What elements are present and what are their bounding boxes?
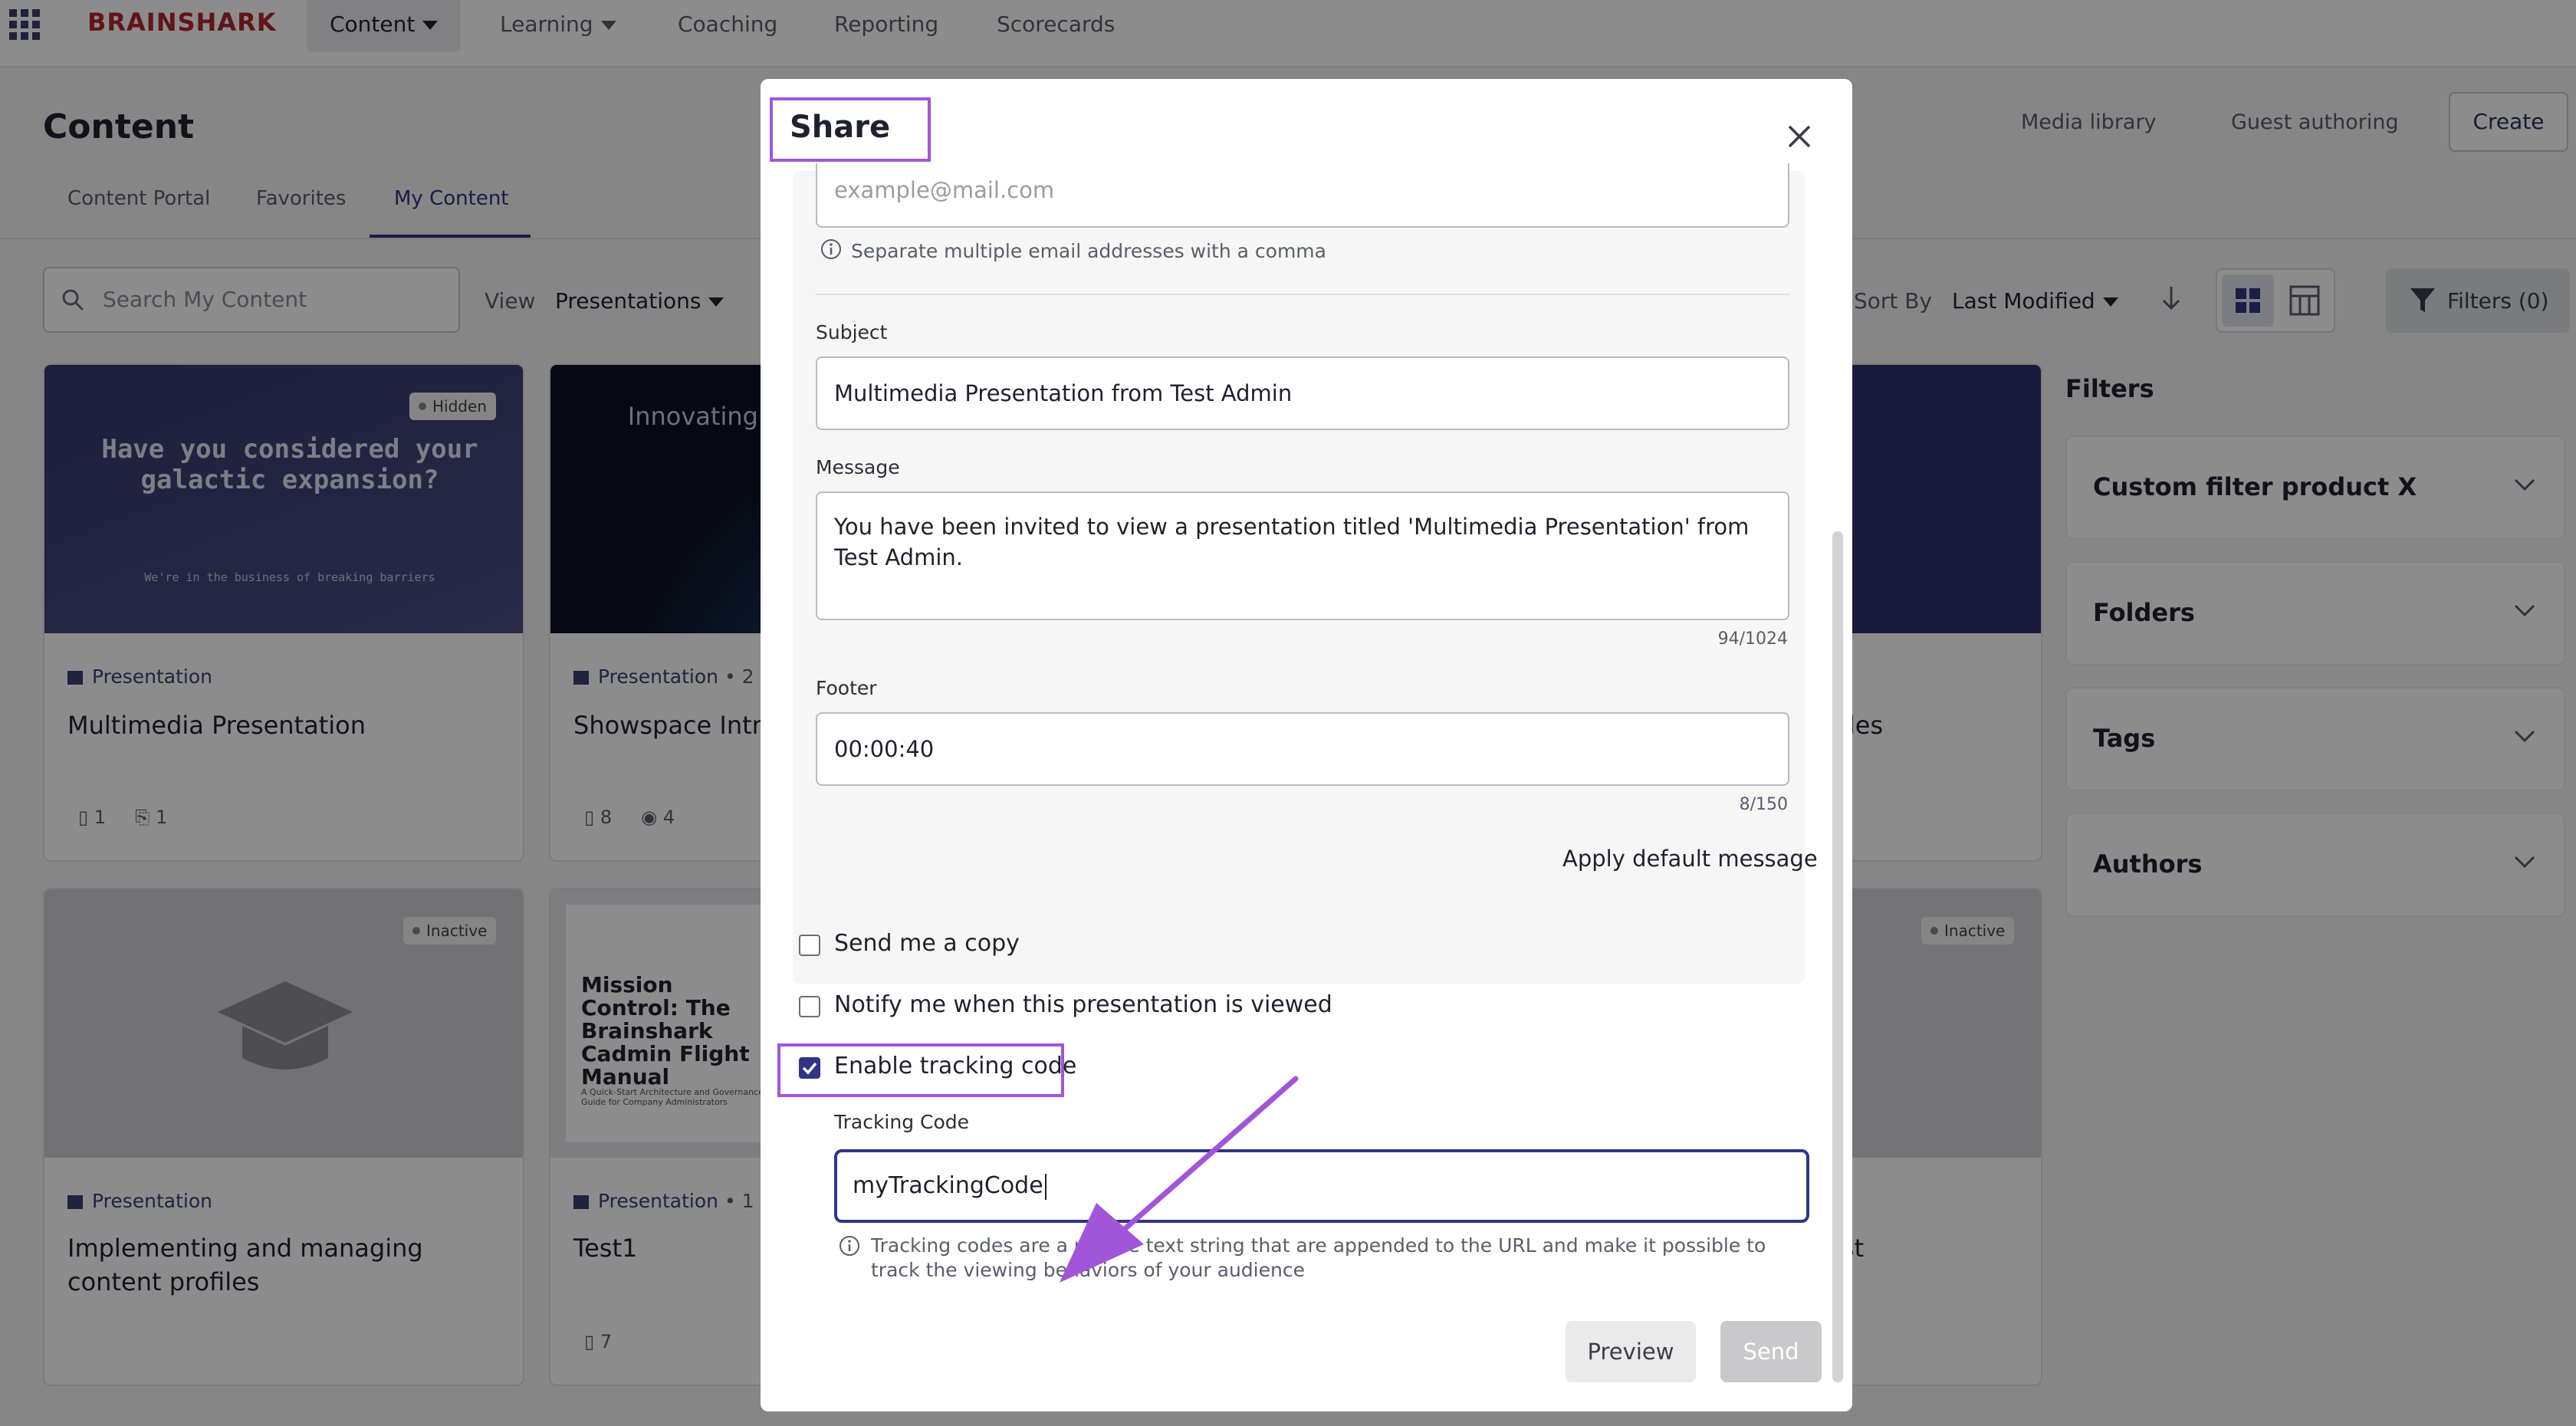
preview-button[interactable]: Preview — [1566, 1321, 1696, 1382]
divider — [816, 294, 1789, 295]
footer-label: Footer — [816, 677, 877, 699]
annotation-arrow — [1052, 1068, 1305, 1290]
text-cursor — [1044, 1173, 1046, 1200]
footer-counter: 8/150 — [1739, 795, 1788, 814]
send-copy-checkbox[interactable] — [799, 935, 820, 956]
email-hint: Separate multiple email addresses with a… — [851, 240, 1326, 262]
scrollbar[interactable] — [1832, 531, 1843, 1382]
check-icon — [802, 1062, 817, 1075]
send-button[interactable]: Send — [1720, 1321, 1822, 1382]
dialog-title: Share — [790, 110, 891, 145]
close-icon[interactable] — [1780, 117, 1819, 156]
apply-default-message-link[interactable]: Apply default message — [1562, 846, 1818, 872]
message-counter: 94/1024 — [1717, 629, 1788, 649]
email-placeholder: example@mail.com — [834, 177, 1055, 203]
share-dialog: Share example@mail.com Separate multiple… — [761, 79, 1852, 1411]
message-label: Message — [816, 456, 900, 478]
tracking-code-value: myTrackingCode — [853, 1172, 1043, 1199]
notify-viewed-checkbox[interactable] — [799, 996, 820, 1017]
info-icon — [839, 1235, 860, 1257]
tracking-code-input[interactable]: myTrackingCode — [834, 1149, 1809, 1223]
enable-tracking-label[interactable]: Enable tracking code — [834, 1053, 1076, 1079]
subject-input[interactable]: Multimedia Presentation from Test Admin — [816, 356, 1789, 430]
subject-label: Subject — [816, 321, 888, 343]
send-copy-label[interactable]: Send me a copy — [834, 930, 1020, 957]
notify-viewed-label[interactable]: Notify me when this presentation is view… — [834, 991, 1332, 1018]
email-field[interactable]: example@mail.com — [816, 163, 1789, 228]
footer-input[interactable]: 00:00:40 — [816, 712, 1789, 786]
message-textarea[interactable]: You have been invited to view a presenta… — [816, 491, 1789, 620]
enable-tracking-checkbox[interactable] — [799, 1057, 820, 1079]
tracking-code-hint: Tracking codes are a unique text string … — [871, 1234, 1766, 1281]
info-icon — [820, 238, 842, 260]
tracking-code-label: Tracking Code — [834, 1111, 970, 1133]
